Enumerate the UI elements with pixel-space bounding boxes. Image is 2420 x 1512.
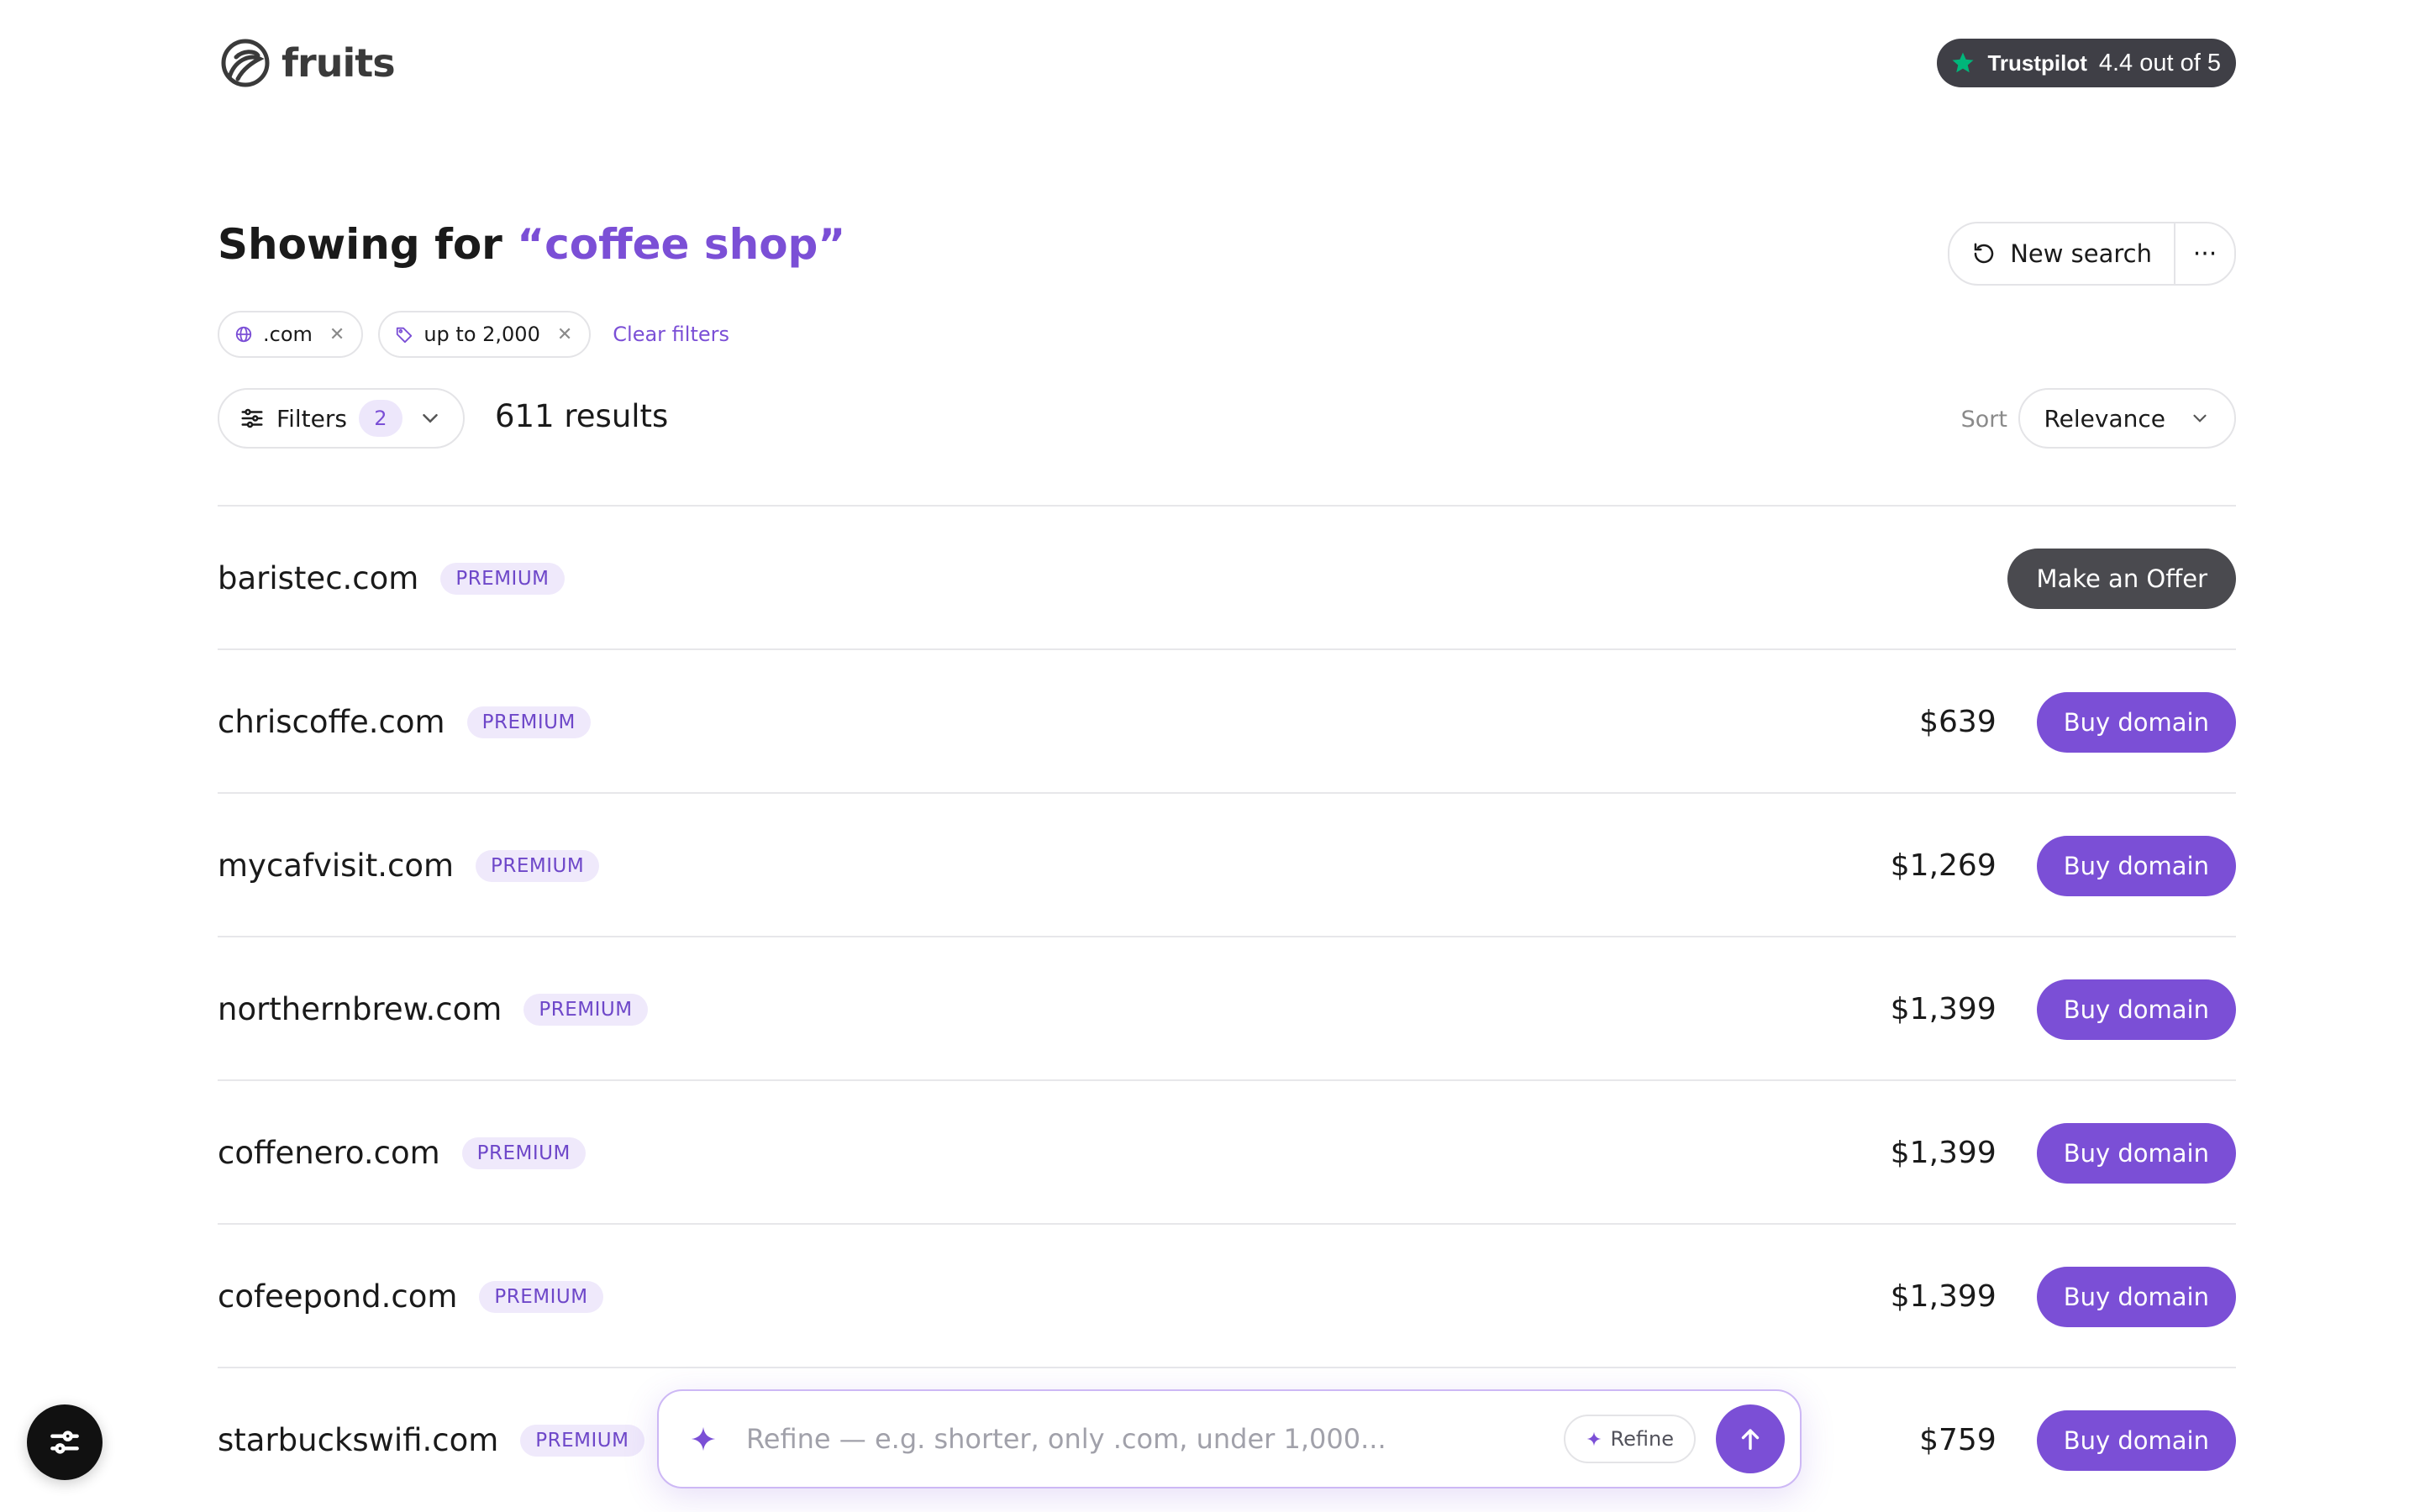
premium-badge: PREMIUM <box>466 706 591 738</box>
make-offer-button[interactable]: Make an Offer <box>2007 548 2236 609</box>
new-search-label: New search <box>2010 239 2152 268</box>
page-title: Showing for “coffee shop” <box>218 220 845 269</box>
domain-price: $1,399 <box>1890 1136 1996 1170</box>
premium-badge: PREMIUM <box>476 849 600 882</box>
results-count: 611 results <box>495 398 669 434</box>
active-filters: .com ✕ up to 2,000 ✕ Clear filters <box>218 311 729 358</box>
domain-row: mycafvisit.com PREMIUM $1,269 Buy domain <box>218 792 2236 936</box>
buy-domain-button[interactable]: Buy domain <box>2036 1122 2236 1184</box>
domain-name[interactable]: coffenero.com <box>218 1135 440 1171</box>
logo-text: fruits <box>281 40 396 86</box>
domain-price: $1,269 <box>1890 848 1996 883</box>
filter-chip-label: .com <box>263 323 313 346</box>
domain-name[interactable]: starbuckswifi.com <box>218 1422 498 1458</box>
domain-name[interactable]: cofeepond.com <box>218 1278 457 1315</box>
buy-domain-button[interactable]: Buy domain <box>2036 1266 2236 1327</box>
trustpilot-badge[interactable]: Trustpilot 4.4 out of 5 <box>1937 39 2236 87</box>
sort-label: Sort <box>1960 407 2007 433</box>
buy-domain-button[interactable]: Buy domain <box>2036 1410 2236 1471</box>
filter-chip-tld[interactable]: .com ✕ <box>218 311 364 358</box>
remove-filter-icon[interactable]: ✕ <box>329 324 345 345</box>
more-options-icon: ··· <box>2192 239 2217 269</box>
clear-filters-link[interactable]: Clear filters <box>613 323 729 346</box>
buy-domain-button[interactable]: Buy domain <box>2036 691 2236 753</box>
refine-input[interactable] <box>744 1422 1564 1456</box>
refine-button-label: Refine <box>1610 1427 1674 1451</box>
trustpilot-brand: Trustpilot <box>1987 50 2087 76</box>
search-actions: New search ··· <box>1948 222 2236 286</box>
remove-filter-icon[interactable]: ✕ <box>557 324 572 345</box>
logo[interactable]: fruits <box>218 35 396 91</box>
sliders-icon <box>50 1431 79 1454</box>
domain-name[interactable]: baristec.com <box>218 560 418 596</box>
fruits-logo-icon <box>221 39 270 87</box>
trustpilot-rating: 4.4 out of 5 <box>2098 49 2221 76</box>
trustpilot-star-icon <box>1952 52 1974 73</box>
search-query: “coffee shop” <box>517 220 846 269</box>
premium-badge: PREMIUM <box>461 1137 586 1169</box>
domain-name[interactable]: northernbrew.com <box>218 991 502 1027</box>
refine-button[interactable]: Refine <box>1563 1415 1696 1463</box>
filters-button[interactable]: Filters 2 <box>218 388 465 449</box>
domain-price: $1,399 <box>1890 992 1996 1026</box>
domain-price: $759 <box>1919 1423 1996 1457</box>
title-prefix: Showing for <box>218 220 518 269</box>
arrow-up-icon <box>1741 1429 1760 1451</box>
domain-name[interactable]: mycafvisit.com <box>218 848 454 884</box>
filter-chip-price[interactable]: up to 2,000 ✕ <box>378 311 592 358</box>
filter-chip-label: up to 2,000 <box>424 323 540 346</box>
premium-badge: PREMIUM <box>479 1280 603 1313</box>
premium-badge: PREMIUM <box>523 993 648 1026</box>
sparkle-icon <box>1586 1431 1601 1446</box>
sort-value: Relevance <box>2044 404 2165 433</box>
domain-name[interactable]: chriscoffe.com <box>218 704 445 740</box>
settings-fab-button[interactable] <box>27 1404 103 1480</box>
domain-price: $1,399 <box>1890 1279 1996 1314</box>
filters-count-badge: 2 <box>358 400 402 437</box>
domain-row: cofeepond.com PREMIUM $1,399 Buy domain <box>218 1223 2236 1367</box>
more-options-button[interactable]: ··· <box>2174 223 2234 284</box>
buy-domain-button[interactable]: Buy domain <box>2036 979 2236 1040</box>
domain-list: baristec.com PREMIUM Make an Offer chrisc… <box>218 505 2236 1510</box>
refine-bar: Refine <box>657 1389 1802 1488</box>
sparkle-icon <box>691 1426 716 1452</box>
tag-icon <box>397 327 413 344</box>
sort-select[interactable]: Relevance <box>2018 388 2236 449</box>
domain-row: chriscoffe.com PREMIUM $639 Buy domain <box>218 648 2236 792</box>
buy-domain-button[interactable]: Buy domain <box>2036 835 2236 896</box>
domain-row: baristec.com PREMIUM Make an Offer <box>218 505 2236 648</box>
domain-price: $639 <box>1919 705 1996 739</box>
globe-icon <box>235 326 252 343</box>
sliders-icon <box>241 408 263 428</box>
new-search-button[interactable]: New search <box>1949 223 2174 284</box>
refresh-icon <box>1974 243 1994 264</box>
submit-refine-button[interactable] <box>1716 1404 1785 1473</box>
filters-label: Filters <box>276 404 347 433</box>
chevron-down-icon <box>2193 414 2207 423</box>
domain-row: northernbrew.com PREMIUM $1,399 Buy domain <box>218 936 2236 1079</box>
premium-badge: PREMIUM <box>520 1424 644 1457</box>
chevron-down-icon <box>423 414 438 423</box>
premium-badge: PREMIUM <box>440 562 565 595</box>
domain-row: coffenero.com PREMIUM $1,399 Buy domain <box>218 1079 2236 1223</box>
